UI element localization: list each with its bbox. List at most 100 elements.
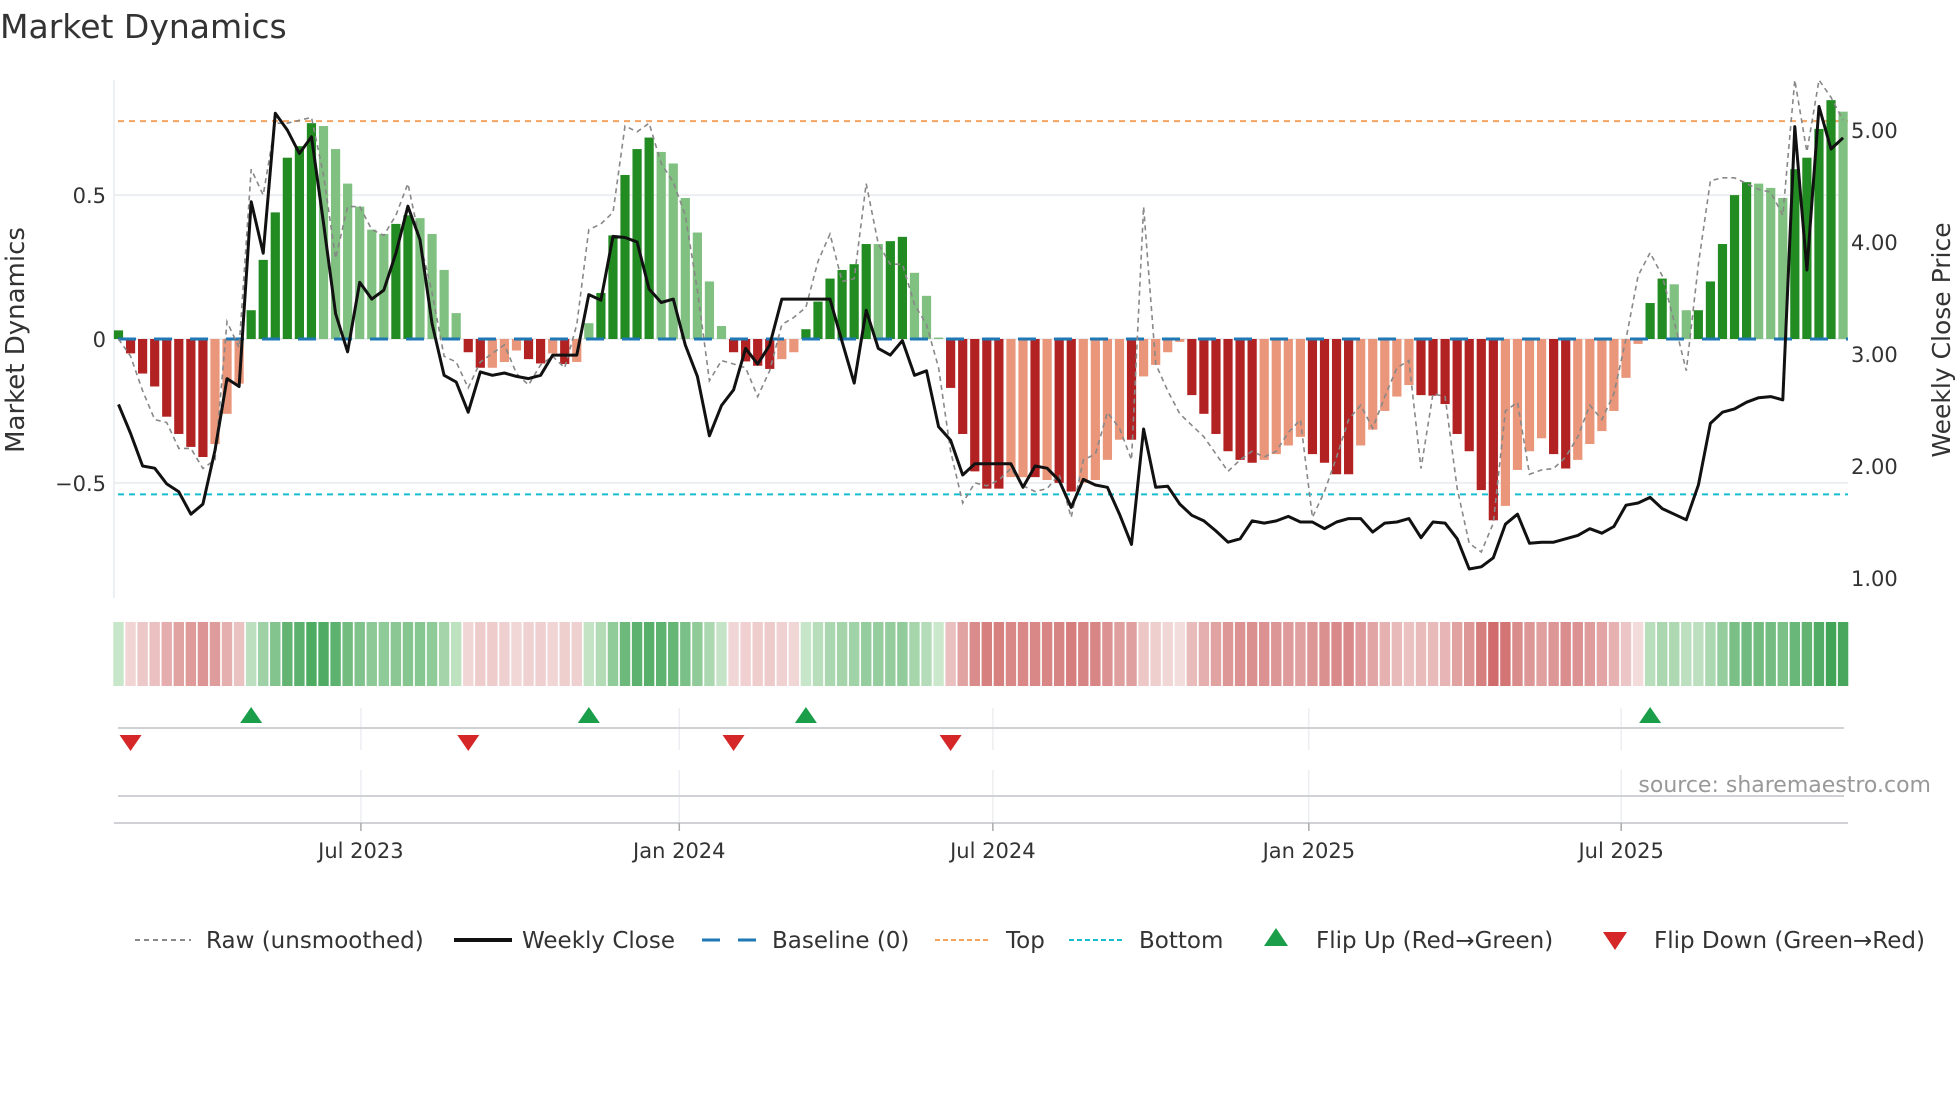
positive-bar bbox=[644, 137, 654, 339]
x-tick-label: Jul 2023 bbox=[316, 839, 403, 863]
negative-bar bbox=[1271, 339, 1281, 455]
positive-bar bbox=[1681, 310, 1691, 339]
flip-markers-panel bbox=[118, 707, 1844, 823]
strip-cell bbox=[1825, 622, 1837, 686]
strip-cell bbox=[245, 622, 257, 686]
legend-item-baseline: Baseline (0) bbox=[702, 928, 909, 954]
negative-bar bbox=[777, 339, 787, 360]
negative-bar bbox=[1066, 339, 1076, 492]
positive-bar bbox=[246, 310, 256, 339]
strip-cell bbox=[668, 622, 679, 686]
strip-cell bbox=[1536, 622, 1547, 686]
strip-cell bbox=[933, 622, 944, 686]
positive-bar bbox=[1766, 187, 1776, 339]
positive-bar bbox=[716, 326, 727, 339]
strip-cell bbox=[583, 622, 595, 686]
strip-cell bbox=[1777, 622, 1788, 686]
y2-tick-label: 2.00 bbox=[1851, 455, 1898, 479]
strip-cell bbox=[390, 622, 402, 686]
strip-cell bbox=[1584, 622, 1596, 686]
strip-cell bbox=[1464, 622, 1475, 686]
y-axis-label: Market Dynamics bbox=[1, 227, 31, 453]
raw-series-line bbox=[117, 80, 1844, 554]
positive-bar bbox=[620, 174, 630, 339]
x-tick-label: Jul 2024 bbox=[948, 839, 1035, 863]
legend-label: Bottom bbox=[1139, 928, 1223, 954]
legend-item-top: Top bbox=[935, 928, 1045, 954]
strip-cell bbox=[270, 622, 281, 686]
negative-bar bbox=[994, 339, 1004, 489]
flip-up-marker bbox=[240, 707, 263, 723]
negative-bar bbox=[1549, 339, 1559, 455]
negative-bar bbox=[1054, 339, 1064, 483]
y2-tick-label: 3.00 bbox=[1851, 343, 1898, 367]
strip-cell bbox=[1174, 622, 1185, 686]
positive-bar bbox=[1705, 281, 1716, 339]
negative-bar bbox=[1500, 339, 1510, 506]
negative-bar bbox=[1392, 339, 1402, 397]
strip-cell bbox=[330, 622, 341, 686]
momentum-bars bbox=[113, 100, 1848, 521]
negative-bar bbox=[548, 339, 558, 354]
strip-cell bbox=[1415, 622, 1427, 686]
strip-cell bbox=[1741, 622, 1752, 686]
positive-bar bbox=[921, 295, 932, 339]
strip-cell bbox=[1379, 622, 1390, 686]
strip-cell bbox=[848, 622, 860, 686]
strip-cell bbox=[921, 622, 932, 686]
series-lines bbox=[117, 80, 1845, 571]
x-axis: Jul 2023 Jan 2024 Jul 2024 Jan 2025 Jul 2025 bbox=[114, 822, 1848, 863]
strip-cell bbox=[1669, 622, 1680, 686]
strip-cell bbox=[1259, 622, 1270, 686]
strip-cell bbox=[1283, 622, 1294, 686]
strip-cell bbox=[1017, 622, 1029, 686]
strip-cell bbox=[1198, 622, 1210, 686]
negative-bar bbox=[1042, 339, 1052, 481]
strip-cell bbox=[1126, 622, 1137, 686]
strip-cell bbox=[1729, 622, 1740, 686]
strip-cell bbox=[740, 622, 751, 686]
strip-cell bbox=[957, 622, 968, 686]
strip-cell bbox=[535, 622, 546, 686]
strip-cell bbox=[1246, 622, 1258, 686]
strip-cell bbox=[1029, 622, 1041, 686]
legend-item-raw: Raw (unsmoothed) bbox=[135, 928, 424, 954]
strip-cell bbox=[692, 622, 703, 686]
negative-bar bbox=[186, 339, 196, 447]
legend: Raw (unsmoothed) Weekly Close Baseline (0)… bbox=[135, 928, 1925, 954]
strip-cell bbox=[788, 622, 800, 686]
strip-cell bbox=[1427, 622, 1439, 686]
negative-bar bbox=[1187, 339, 1197, 396]
positive-bar bbox=[1693, 310, 1703, 339]
strip-cell bbox=[294, 622, 305, 686]
flip-down-marker bbox=[119, 735, 142, 751]
positive-bar bbox=[1645, 303, 1655, 339]
y-tick-label: 0 bbox=[93, 328, 106, 352]
y2-tick-label: 5.00 bbox=[1851, 119, 1898, 143]
strip-cell bbox=[475, 622, 486, 686]
legend-label: Top bbox=[1005, 928, 1045, 954]
strip-cell bbox=[1138, 622, 1149, 686]
strip-cell bbox=[487, 622, 498, 686]
strip-cell bbox=[571, 622, 582, 686]
strip-cell bbox=[1041, 622, 1053, 686]
negative-bar bbox=[150, 339, 160, 387]
strip-cell bbox=[559, 622, 570, 686]
strip-cell bbox=[125, 622, 136, 686]
strip-cell bbox=[161, 622, 172, 686]
negative-bar bbox=[1223, 339, 1233, 452]
strip-cell bbox=[282, 622, 293, 686]
strip-cell bbox=[595, 622, 607, 686]
strip-cell bbox=[909, 622, 920, 686]
flip-down-marker bbox=[939, 735, 962, 751]
strip-cell bbox=[306, 622, 317, 686]
negative-bar bbox=[1199, 339, 1209, 414]
negative-bar bbox=[1440, 339, 1450, 405]
negative-bar bbox=[1235, 339, 1245, 460]
negative-bar bbox=[1139, 339, 1149, 377]
right-axis: 5.00 4.00 3.00 2.00 1.00 bbox=[1851, 119, 1898, 591]
strip-cell bbox=[1102, 622, 1113, 686]
strip-cell bbox=[969, 622, 980, 686]
negative-bar bbox=[162, 339, 172, 417]
positive-bar bbox=[451, 313, 461, 339]
